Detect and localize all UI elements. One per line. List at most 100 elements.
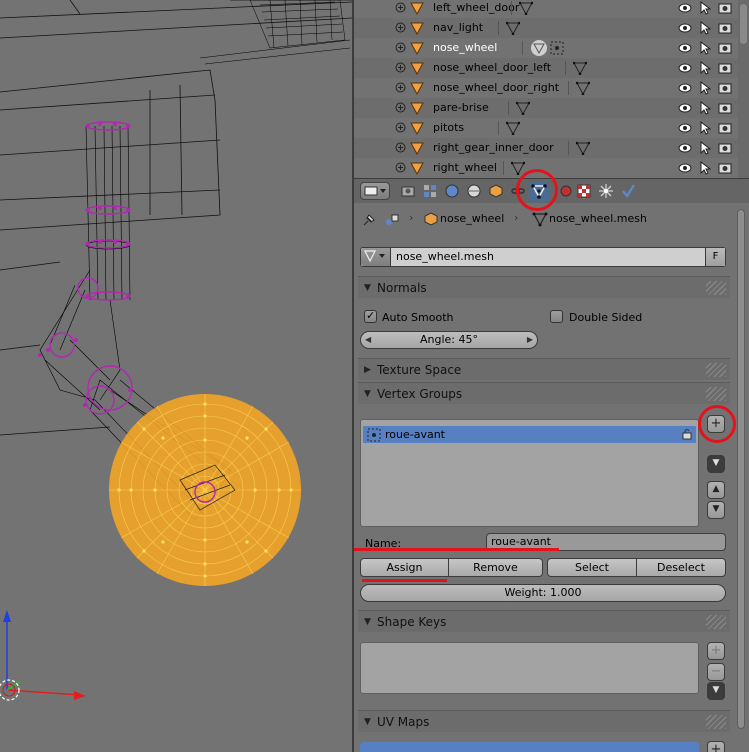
texture-space-panel-header[interactable]: ▶ Texture Space xyxy=(358,358,730,380)
outliner-item-name[interactable]: nose_wheel xyxy=(433,41,497,54)
uv-map-list[interactable] xyxy=(360,742,699,752)
mesh-data-icon[interactable] xyxy=(573,61,587,75)
expand-icon[interactable] xyxy=(395,62,406,73)
world-tab[interactable] xyxy=(464,181,484,201)
physics-tab[interactable] xyxy=(618,181,638,201)
scene-tab[interactable] xyxy=(442,181,462,201)
eye-icon[interactable] xyxy=(678,21,692,35)
render-camera-icon[interactable] xyxy=(718,1,732,15)
assign-button[interactable]: Assign xyxy=(360,558,449,577)
eye-icon[interactable] xyxy=(678,121,692,135)
weight-slider[interactable]: Weight: 1.000 xyxy=(360,584,726,602)
outliner-row[interactable]: nav_light xyxy=(354,18,738,38)
select-cursor-icon[interactable] xyxy=(699,141,711,155)
outliner-item-name[interactable]: right_gear_inner_door xyxy=(433,141,554,154)
mesh-datablock-selector[interactable]: nose_wheel.mesh F xyxy=(360,247,726,267)
outliner-item-name[interactable]: nose_wheel_door_left xyxy=(433,61,551,74)
select-cursor-icon[interactable] xyxy=(699,161,711,175)
lock-icon[interactable] xyxy=(682,428,692,440)
pin-icon[interactable] xyxy=(362,213,376,227)
mesh-data-icon[interactable] xyxy=(506,21,520,35)
outliner-row[interactable]: nose_wheel xyxy=(354,38,738,58)
mesh-data-icon[interactable] xyxy=(519,1,533,15)
expand-icon[interactable] xyxy=(395,102,406,113)
outliner-item-name[interactable]: nav_light xyxy=(433,21,483,34)
expand-icon[interactable] xyxy=(395,42,406,53)
outliner-row[interactable]: nose_wheel_door_right xyxy=(354,78,738,98)
mesh-data-icon[interactable] xyxy=(576,141,590,155)
eye-icon[interactable] xyxy=(678,81,692,95)
render-camera-icon[interactable] xyxy=(718,121,732,135)
angle-slider[interactable]: ◀ Angle: 45° ▶ xyxy=(360,331,538,349)
expand-icon[interactable] xyxy=(395,82,406,93)
material-tab[interactable] xyxy=(556,181,576,201)
mesh-data-icon[interactable] xyxy=(516,101,530,115)
select-cursor-icon[interactable] xyxy=(699,121,711,135)
vertex-group-item[interactable]: roue-avant xyxy=(363,426,696,443)
add-shape-key-button[interactable]: + xyxy=(707,642,725,660)
remove-shape-key-button[interactable]: − xyxy=(707,663,725,681)
outliner-item-name[interactable]: nose_wheel_door_right xyxy=(433,81,559,94)
uv-maps-panel-header[interactable]: ▼ UV Maps xyxy=(358,710,730,732)
select-button[interactable]: Select xyxy=(547,558,637,577)
panel-grip-icon[interactable] xyxy=(706,715,726,729)
double-sided-checkbox[interactable] xyxy=(550,310,563,323)
eye-icon[interactable] xyxy=(678,101,692,115)
select-cursor-icon[interactable] xyxy=(699,21,711,35)
render-camera-icon[interactable] xyxy=(718,101,732,115)
panel-grip-icon[interactable] xyxy=(706,387,726,401)
vertex-groups-panel-header[interactable]: ▼ Vertex Groups xyxy=(358,382,730,404)
particles-tab[interactable] xyxy=(596,181,616,201)
shape-key-specials-button[interactable]: ▼ xyxy=(707,682,725,700)
render-camera-icon[interactable] xyxy=(718,161,732,175)
texture-tab[interactable] xyxy=(574,181,594,201)
eye-icon[interactable] xyxy=(678,1,692,15)
properties-scrollbar[interactable] xyxy=(736,209,746,752)
add-uv-map-button[interactable]: + xyxy=(707,741,725,752)
auto-smooth-checkbox[interactable] xyxy=(364,309,377,323)
move-up-button[interactable]: ▲ xyxy=(707,481,725,499)
outliner-item-name[interactable]: pare-brise xyxy=(433,101,489,114)
select-cursor-icon[interactable] xyxy=(699,1,711,15)
expand-icon[interactable] xyxy=(395,142,406,153)
deselect-button[interactable]: Deselect xyxy=(636,558,726,577)
normals-panel-header[interactable]: ▼ Normals xyxy=(358,276,730,298)
eye-icon[interactable] xyxy=(678,141,692,155)
select-cursor-icon[interactable] xyxy=(699,101,711,115)
modifier-icon[interactable] xyxy=(530,39,548,57)
expand-icon[interactable] xyxy=(395,122,406,133)
render-camera-icon[interactable] xyxy=(718,141,732,155)
outliner-scrollbar[interactable] xyxy=(738,0,749,178)
panel-grip-icon[interactable] xyxy=(706,363,726,377)
outliner-row[interactable]: pitots xyxy=(354,118,738,138)
shape-keys-panel-header[interactable]: ▼ Shape Keys xyxy=(358,610,730,632)
eye-icon[interactable] xyxy=(678,61,692,75)
expand-icon[interactable] xyxy=(395,162,406,173)
fake-user-button[interactable]: F xyxy=(705,248,725,266)
expand-icon[interactable] xyxy=(395,2,406,13)
outliner-item-name[interactable]: pitots xyxy=(433,121,464,134)
eye-icon[interactable] xyxy=(678,41,692,55)
eye-icon[interactable] xyxy=(678,161,692,175)
select-cursor-icon[interactable] xyxy=(699,81,711,95)
render-camera-icon[interactable] xyxy=(718,21,732,35)
editor-type-button[interactable] xyxy=(360,182,390,200)
vertex-group-icon[interactable] xyxy=(550,41,564,55)
object-tab[interactable] xyxy=(486,181,506,201)
vertex-group-list[interactable]: roue-avant xyxy=(360,419,699,527)
render-camera-icon[interactable] xyxy=(718,61,732,75)
remove-button[interactable]: Remove xyxy=(448,558,543,577)
panel-grip-icon[interactable] xyxy=(706,281,726,295)
mesh-data-icon[interactable] xyxy=(506,121,520,135)
outliner-item-name[interactable]: right_wheel xyxy=(433,161,497,174)
render-camera-icon[interactable] xyxy=(718,81,732,95)
render-tab[interactable] xyxy=(398,181,418,201)
shape-key-list[interactable] xyxy=(360,642,699,694)
3d-viewport[interactable] xyxy=(0,0,352,752)
mesh-name-field[interactable]: nose_wheel.mesh xyxy=(396,250,494,263)
outliner-row[interactable]: nose_wheel_door_left xyxy=(354,58,738,78)
select-cursor-icon[interactable] xyxy=(699,61,711,75)
mesh-data-icon[interactable] xyxy=(576,81,590,95)
outliner[interactable]: left_wheel_door nav_light nose_wheel nose_w… xyxy=(354,0,749,178)
outliner-row[interactable]: right_gear_inner_door xyxy=(354,138,738,158)
